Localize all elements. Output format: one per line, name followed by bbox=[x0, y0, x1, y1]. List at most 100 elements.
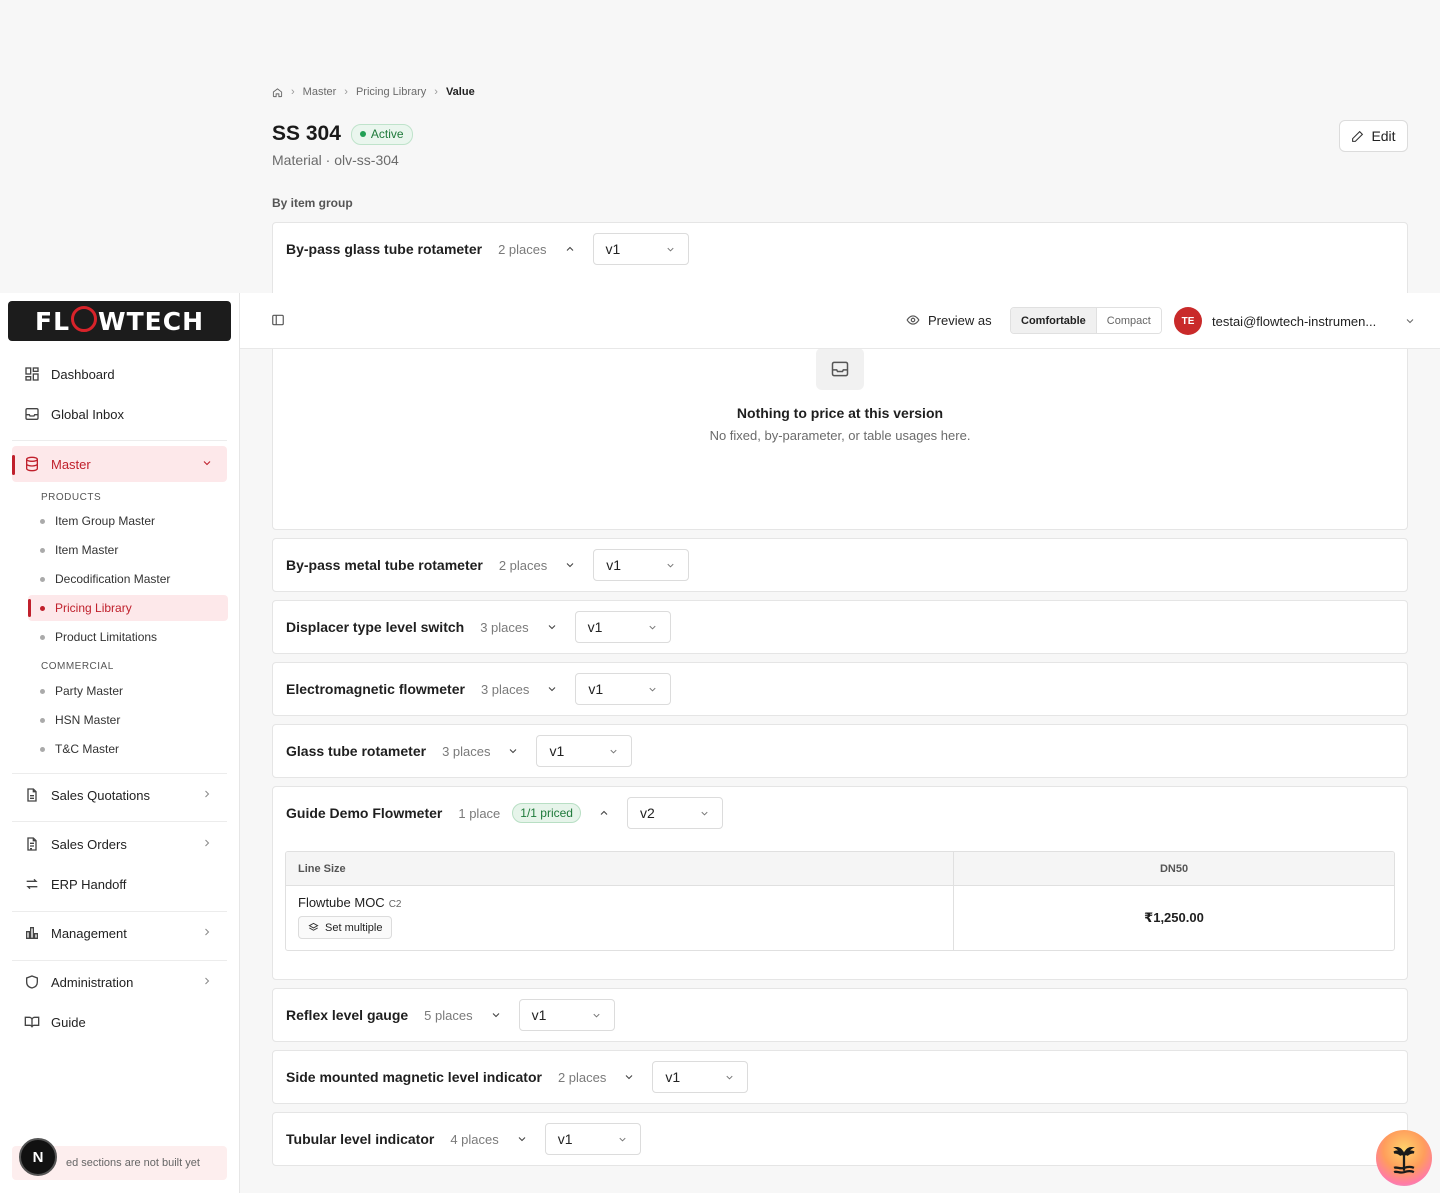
item-group-header[interactable]: By-pass metal tube rotameter 2 places v1 bbox=[286, 539, 690, 591]
item-group-name: Displacer type level switch bbox=[286, 619, 465, 635]
sidebar-item-hsn-master[interactable]: HSN Master bbox=[28, 707, 228, 733]
nav-section-products: PRODUCTS bbox=[41, 492, 102, 503]
version-value: v1 bbox=[587, 619, 603, 635]
chevron-down-icon[interactable] bbox=[545, 620, 559, 634]
sidebar-item-sales-orders[interactable]: Sales Orders bbox=[12, 826, 227, 862]
density-comfortable[interactable]: Comfortable bbox=[1011, 308, 1097, 333]
price-cell[interactable]: ₹1,250.00 bbox=[954, 886, 1394, 950]
chevron-right-icon: › bbox=[434, 86, 438, 98]
version-select[interactable]: v1 bbox=[593, 549, 690, 581]
item-group-header[interactable]: Tubular level indicator 4 places v1 bbox=[286, 1113, 641, 1165]
version-value: v1 bbox=[549, 743, 565, 759]
price-table: Line Size DN50 Flowtube MOC C2 Set multi… bbox=[285, 851, 1395, 951]
brand-logo-text-left: FL bbox=[35, 306, 71, 336]
chevron-right-icon bbox=[201, 926, 213, 938]
version-select[interactable]: v1 bbox=[536, 735, 633, 767]
sidebar-item-master[interactable]: Master bbox=[12, 446, 227, 482]
item-group-name: Guide Demo Flowmeter bbox=[286, 805, 443, 821]
item-group-header[interactable]: Reflex level gauge 5 places v1 bbox=[286, 989, 615, 1041]
version-select[interactable]: v1 bbox=[518, 999, 615, 1031]
sidebar-item-tc-master[interactable]: T&C Master bbox=[28, 736, 228, 762]
density-toggle: Comfortable Compact bbox=[1010, 307, 1162, 334]
sidebar-item-decodification-master[interactable]: Decodification Master bbox=[28, 566, 228, 592]
chevron-down-icon[interactable] bbox=[515, 1132, 529, 1146]
chevron-down-icon bbox=[665, 560, 676, 571]
inbox-icon bbox=[24, 406, 40, 422]
arrows-swap-icon bbox=[24, 876, 40, 892]
version-select[interactable]: v1 bbox=[652, 1061, 749, 1093]
item-group-name: Tubular level indicator bbox=[286, 1131, 435, 1147]
item-group-name: Electromagnetic flowmeter bbox=[286, 681, 465, 697]
sidebar-item-product-limitations[interactable]: Product Limitations bbox=[28, 624, 228, 650]
version-select[interactable]: v1 bbox=[574, 611, 671, 643]
sidebar-item-erp-handoff[interactable]: ERP Handoff bbox=[12, 866, 227, 902]
item-group-header[interactable]: Side mounted magnetic level indicator 2 … bbox=[286, 1051, 749, 1103]
divider bbox=[12, 960, 227, 961]
set-multiple-button[interactable]: Set multiple bbox=[298, 916, 393, 939]
book-open-icon bbox=[24, 1014, 40, 1030]
item-group-places: 2 places bbox=[498, 241, 547, 257]
sidebar-item-guide[interactable]: Guide bbox=[12, 1004, 227, 1040]
page-header: SS 304 Active bbox=[272, 120, 413, 148]
chevron-down-icon bbox=[724, 1072, 735, 1083]
preview-as-button[interactable]: Preview as bbox=[906, 311, 992, 329]
status-label: Active bbox=[370, 127, 404, 141]
sidebar-item-pricing-library[interactable]: Pricing Library bbox=[28, 595, 228, 621]
bullet-icon bbox=[40, 717, 45, 723]
table-row: Flowtube MOC C2 Set multiple bbox=[286, 886, 954, 950]
version-select[interactable]: v2 bbox=[626, 797, 723, 829]
item-group-header[interactable]: By-pass glass tube rotameter 2 places v1 bbox=[286, 223, 689, 275]
home-icon[interactable] bbox=[272, 87, 283, 98]
item-group-places: 2 places bbox=[557, 1069, 607, 1085]
sidebar-item-administration[interactable]: Administration bbox=[12, 964, 227, 1000]
item-group-header[interactable]: Guide Demo Flowmeter 1 place 1/1 priced … bbox=[286, 787, 723, 839]
page-subtitle: Material · olv-ss-304 bbox=[272, 152, 399, 168]
item-group-card: By-pass metal tube rotameter 2 places v1 bbox=[272, 538, 1408, 592]
version-select[interactable]: v1 bbox=[544, 1123, 641, 1155]
chevron-down-icon[interactable] bbox=[489, 1008, 503, 1022]
version-select[interactable]: v1 bbox=[592, 233, 689, 265]
brand-logo-mark bbox=[71, 306, 98, 332]
item-group-card: Side mounted magnetic level indicator 2 … bbox=[272, 1050, 1408, 1104]
version-value: v1 bbox=[606, 557, 622, 573]
sidebar-item-item-group-master[interactable]: Item Group Master bbox=[28, 508, 228, 534]
row-label: Flowtube MOC C2 bbox=[298, 895, 941, 910]
divider bbox=[12, 911, 227, 912]
sidebar-toggle-icon[interactable] bbox=[271, 313, 287, 329]
edit-button[interactable]: Edit bbox=[1339, 120, 1408, 152]
item-group-header[interactable]: Electromagnetic flowmeter 3 places v1 bbox=[286, 663, 672, 715]
chevron-down-icon[interactable] bbox=[506, 744, 520, 758]
version-select[interactable]: v1 bbox=[575, 673, 672, 705]
sidebar-item-dashboard[interactable]: Dashboard bbox=[12, 356, 227, 392]
breadcrumb-master[interactable]: Master bbox=[303, 86, 337, 98]
chevron-up-icon[interactable] bbox=[597, 806, 611, 820]
item-group-places: 5 places bbox=[424, 1007, 473, 1023]
item-group-places: 1 place bbox=[458, 805, 501, 821]
breadcrumb-current: Value bbox=[445, 86, 475, 98]
sidebar-item-item-master[interactable]: Item Master bbox=[28, 537, 228, 563]
sidebar-item-global-inbox[interactable]: Global Inbox bbox=[12, 396, 227, 432]
chevron-down-icon bbox=[591, 1010, 602, 1021]
item-group-header[interactable]: Displacer type level switch 3 places v1 bbox=[286, 601, 671, 653]
breadcrumb-pricing-library[interactable]: Pricing Library bbox=[356, 86, 426, 98]
brand-logo[interactable]: FL WTECH bbox=[8, 301, 231, 341]
chevron-right-icon bbox=[201, 788, 213, 800]
sidebar-item-label: T&C Master bbox=[55, 742, 120, 756]
brand-logo-text-right: WTECH bbox=[98, 306, 204, 336]
chevron-down-icon[interactable] bbox=[622, 1070, 636, 1084]
chevron-down-icon[interactable] bbox=[563, 558, 577, 572]
chevron-down-icon[interactable] bbox=[545, 682, 559, 696]
sidebar-item-party-master[interactable]: Party Master bbox=[28, 678, 228, 704]
user-menu[interactable]: TE testai@flowtech-instrumen... bbox=[1174, 307, 1416, 335]
dev-tools-button[interactable]: N bbox=[19, 1138, 57, 1176]
item-group-header[interactable]: Glass tube rotameter 3 places v1 bbox=[286, 725, 633, 777]
item-group-places: 3 places bbox=[442, 743, 491, 759]
chevron-right-icon: › bbox=[291, 86, 295, 98]
sidebar-item-management[interactable]: Management bbox=[12, 915, 227, 951]
assistant-fab-icon[interactable] bbox=[1376, 1130, 1432, 1186]
density-compact[interactable]: Compact bbox=[1096, 308, 1161, 333]
edit-label: Edit bbox=[1371, 128, 1396, 144]
item-group-card: Displacer type level switch 3 places v1 bbox=[272, 600, 1408, 654]
sidebar-item-sales-quotations[interactable]: Sales Quotations bbox=[12, 777, 227, 813]
chevron-up-icon[interactable] bbox=[563, 242, 577, 256]
